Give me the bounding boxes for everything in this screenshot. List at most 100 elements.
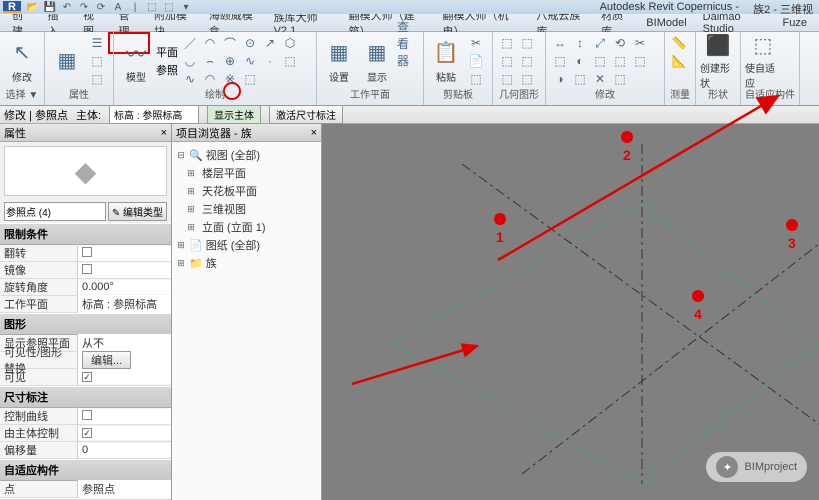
ribbon-tool-small[interactable]: ↔ <box>550 34 570 52</box>
ribbon-tool[interactable]: 📋粘贴 <box>428 34 464 88</box>
edit-button[interactable]: 编辑... <box>82 351 131 369</box>
ribbon-tool-small[interactable]: ◐ <box>570 52 590 70</box>
menu-item[interactable]: BIModel <box>638 15 694 31</box>
ribbon-tool-small[interactable]: ∿ <box>240 52 260 70</box>
prop-category[interactable]: 自适应构件 <box>0 459 171 481</box>
prop-row[interactable]: 偏移量0 <box>0 442 171 459</box>
expand-icon[interactable]: ⊟ <box>176 150 186 161</box>
ribbon-tool-small[interactable]: ⌒ <box>220 34 240 52</box>
ribbon-tool-small[interactable]: ◑ <box>550 70 570 88</box>
ribbon-tool-small[interactable]: ⬚ <box>610 70 630 88</box>
ribbon-tool[interactable]: ▦设置 <box>321 34 357 88</box>
show-host-button[interactable]: 显示主体 <box>207 105 261 124</box>
edit-type-button[interactable]: ✎ 编辑类型 <box>108 202 167 221</box>
ribbon-tool[interactable]: ⬚使自适应 <box>745 34 781 88</box>
ribbon-tool[interactable]: ↖修改 <box>4 34 40 88</box>
ribbon-tool-small[interactable]: ⬚ <box>497 70 517 88</box>
checkbox[interactable] <box>82 428 92 438</box>
qat-undo-icon[interactable]: ↶ <box>60 1 74 13</box>
expand-icon[interactable]: ⊞ <box>176 240 186 251</box>
reference-point[interactable] <box>621 131 633 143</box>
ribbon-tool-small[interactable]: ☰ <box>87 34 107 52</box>
qat-more2-icon[interactable]: ⬚ <box>162 1 176 13</box>
ribbon-tool-small[interactable]: ◡ <box>180 52 200 70</box>
tree-node[interactable]: ⊞三维视图 <box>174 200 319 218</box>
ribbon-tool-small[interactable]: ⬚ <box>87 52 107 70</box>
ribbon-tool-small[interactable]: ⬚ <box>630 52 650 70</box>
checkbox[interactable] <box>82 247 92 257</box>
ribbon-tool-small[interactable]: ◠ <box>200 70 220 88</box>
ribbon-tool-small[interactable]: 📐 <box>669 52 689 70</box>
ribbon-tool[interactable]: 〰模型 <box>118 34 154 88</box>
tree-node[interactable]: ⊞📁族 <box>174 254 319 272</box>
tree-node[interactable]: ⊞📄图纸 (全部) <box>174 236 319 254</box>
ribbon-tool-small[interactable]: ⬚ <box>466 70 486 88</box>
expand-icon[interactable]: ⊞ <box>186 204 196 215</box>
qat-more-icon[interactable]: ⬚ <box>145 1 159 13</box>
prop-row[interactable]: 可见性/图形替换编辑... <box>0 352 171 369</box>
ribbon-tool-small[interactable]: ✂ <box>466 34 486 52</box>
ribbon-tool-small[interactable]: ∿ <box>180 70 200 88</box>
ribbon-tool-small[interactable]: ↕ <box>570 34 590 52</box>
tree-node[interactable]: ⊞楼层平面 <box>174 164 319 182</box>
prop-category[interactable]: 尺寸标注 <box>0 386 171 408</box>
ribbon-tool-small[interactable]: ⬚ <box>517 34 537 52</box>
expand-icon[interactable]: ⊞ <box>176 258 186 269</box>
ribbon-tool-small[interactable]: ※ <box>220 70 240 88</box>
host-combo[interactable]: 标高 : 参照标高 <box>109 105 199 124</box>
checkbox[interactable] <box>82 372 92 382</box>
ribbon-tool-small[interactable]: ⬚ <box>240 70 260 88</box>
checkbox[interactable] <box>82 410 92 420</box>
ribbon-tool-small[interactable]: ⬚ <box>610 52 630 70</box>
type-selector[interactable]: 参照点 (4) <box>4 202 106 221</box>
reference-point[interactable] <box>786 219 798 231</box>
ribbon-tool-small[interactable]: ⬚ <box>497 52 517 70</box>
prop-category[interactable]: 图形 <box>0 313 171 335</box>
tree-node[interactable]: ⊞立面 (立面 1) <box>174 218 319 236</box>
prop-row[interactable]: 由主体控制 <box>0 425 171 442</box>
prop-row[interactable]: 点参照点 <box>0 481 171 498</box>
ribbon-tool-small[interactable]: 📏 <box>669 34 689 52</box>
close-icon[interactable]: × <box>311 127 317 139</box>
ribbon-tool-small[interactable]: 📄 <box>466 52 486 70</box>
ribbon-tool-small[interactable]: ↗ <box>260 34 280 52</box>
qat-open-icon[interactable]: 📂 <box>26 1 40 13</box>
checkbox[interactable] <box>82 264 92 274</box>
qat-text-icon[interactable]: A <box>111 1 125 13</box>
ribbon-tool[interactable]: ▦显示 <box>359 34 395 88</box>
ribbon-tool-small[interactable]: ⟲ <box>610 34 630 52</box>
tree-node[interactable]: ⊟🔍视图 (全部) <box>174 146 319 164</box>
ribbon-tool-small[interactable]: ✂ <box>630 34 650 52</box>
expand-icon[interactable]: ⊞ <box>186 168 196 179</box>
prop-category[interactable]: 限制条件 <box>0 223 171 245</box>
ribbon-tool-small[interactable]: ✕ <box>590 70 610 88</box>
ribbon-tool-small[interactable]: ⊙ <box>240 34 260 52</box>
expand-icon[interactable]: ⊞ <box>186 186 196 197</box>
viewport-3d[interactable]: ✦ BIMproject 1234 <box>322 124 819 500</box>
reference-point[interactable] <box>692 290 704 302</box>
qat-save-icon[interactable]: 💾 <box>43 1 57 13</box>
ribbon-tool-small[interactable]: ⬚ <box>497 34 517 52</box>
expand-icon[interactable]: ⊞ <box>186 222 196 233</box>
ribbon-tool-small[interactable]: ⤢ <box>590 34 610 52</box>
prop-row[interactable]: 工作平面标高 : 参照标高 <box>0 296 171 313</box>
ribbon-tool-small[interactable]: ⬚ <box>570 70 590 88</box>
ribbon-tool-small[interactable]: ⬚ <box>517 52 537 70</box>
prop-row[interactable]: 控制曲线 <box>0 408 171 425</box>
ribbon-tool-small[interactable]: ⬚ <box>590 52 610 70</box>
ribbon-tool-small[interactable]: ⬚ <box>550 52 570 70</box>
prop-row[interactable]: 旋转角度0.000° <box>0 279 171 296</box>
ribbon-tool[interactable]: ▦ <box>49 34 85 88</box>
qat-sync-icon[interactable]: ⟳ <box>94 1 108 13</box>
ribbon-tool-small[interactable]: ⬚ <box>517 70 537 88</box>
ribbon-tool-small[interactable]: ⬡ <box>280 34 300 52</box>
ribbon-tool-small[interactable]: ⬚ <box>280 52 300 70</box>
close-icon[interactable]: × <box>161 127 167 139</box>
prop-row[interactable]: 镜像 <box>0 262 171 279</box>
ribbon-tool-small[interactable]: ⬚ <box>87 70 107 88</box>
ribbon-tool-small[interactable]: ⌢ <box>200 52 220 70</box>
activate-dims-button[interactable]: 激活尺寸标注 <box>269 105 343 124</box>
reference-point[interactable] <box>494 213 506 225</box>
ribbon-tool-small[interactable]: ／ <box>180 34 200 52</box>
ribbon-tool-small[interactable]: ◠ <box>200 34 220 52</box>
